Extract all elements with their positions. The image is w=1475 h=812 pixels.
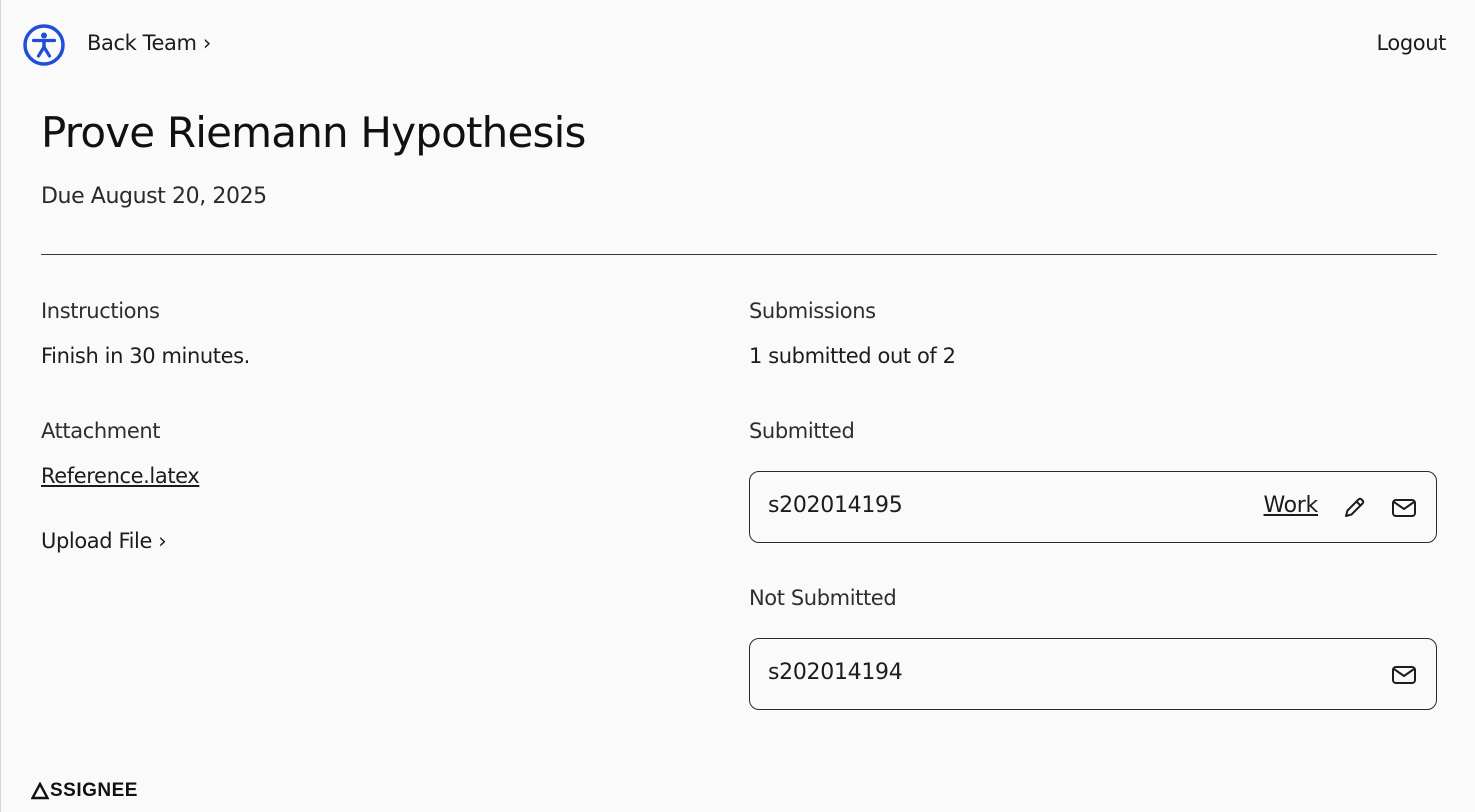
- back-team-link[interactable]: Back Team ›: [87, 31, 211, 55]
- triangle-logo-icon: [31, 782, 49, 800]
- page-title: Prove Riemann Hypothesis: [41, 108, 586, 157]
- submitted-heading: Submitted: [749, 419, 855, 443]
- not-submitted-heading: Not Submitted: [749, 586, 897, 610]
- not-submitted-student-card: s202014194: [749, 638, 1437, 710]
- student-id: s202014195: [768, 493, 903, 518]
- upload-file-link[interactable]: Upload File ›: [41, 529, 167, 553]
- due-date: Due August 20, 2025: [41, 184, 267, 209]
- logout-link[interactable]: Logout: [1376, 31, 1446, 55]
- instructions-text: Finish in 30 minutes.: [41, 344, 250, 368]
- instructions-heading: Instructions: [41, 299, 160, 323]
- submitted-student-card: s202014195 Work: [749, 471, 1437, 543]
- mail-icon[interactable]: [1390, 494, 1418, 522]
- brand-logo: SSIGNEE: [31, 780, 138, 802]
- submissions-heading: Submissions: [749, 299, 876, 323]
- top-bar: Back Team › Logout: [1, 0, 1475, 92]
- view-work-link[interactable]: Work: [1263, 493, 1318, 518]
- pencil-icon[interactable]: [1340, 494, 1368, 522]
- attachment-heading: Attachment: [41, 419, 161, 443]
- student-id: s202014194: [768, 660, 903, 685]
- mail-icon[interactable]: [1390, 661, 1418, 689]
- brand-name: SSIGNEE: [50, 780, 138, 801]
- submissions-summary: 1 submitted out of 2: [749, 344, 956, 368]
- accessibility-icon[interactable]: [22, 23, 66, 67]
- attachment-file-link[interactable]: Reference.latex: [41, 464, 200, 488]
- divider: [41, 254, 1437, 255]
